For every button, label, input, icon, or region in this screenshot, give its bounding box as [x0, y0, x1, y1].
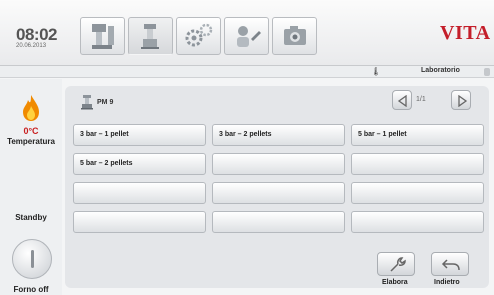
camera-icon [284, 26, 306, 45]
lab-label: Laboratorio [421, 67, 460, 74]
thermometer-icon: 🌡︎ [371, 67, 382, 76]
program-button[interactable] [212, 182, 345, 204]
program-button[interactable]: 5 bar – 1 pellet [351, 124, 484, 146]
tab-settings[interactable] [176, 17, 221, 55]
program-group-label: PM 9 [97, 99, 114, 106]
sidebar: 0°C Temperatura Standby Forno off [0, 79, 62, 295]
page-prev-button[interactable] [392, 90, 412, 110]
program-button[interactable]: 3 bar – 2 pellets [212, 124, 345, 146]
page-indicator: 1/1 [416, 96, 426, 103]
power-icon [31, 250, 34, 268]
program-button[interactable]: 5 bar – 2 pellets [73, 153, 206, 175]
program-button[interactable] [351, 153, 484, 175]
top-bar: 08:02 20.06.2013 VITA [0, 0, 494, 66]
program-button[interactable] [73, 182, 206, 204]
program-button[interactable] [212, 211, 345, 233]
power-label: Forno off [13, 285, 49, 294]
program-button[interactable] [212, 153, 345, 175]
status-bar: 🌡︎ Laboratorio [0, 66, 494, 78]
date: 20.06.2013 [16, 43, 47, 49]
program-button[interactable]: 3 bar – 1 pellet [73, 124, 206, 146]
furnace-icon [92, 24, 114, 49]
edit-label: Elabora [382, 279, 408, 286]
press-icon [141, 24, 159, 49]
temperature-label: Temperatura [7, 137, 55, 146]
program-button[interactable] [73, 211, 206, 233]
scroll-handle[interactable] [484, 68, 490, 76]
temperature-value: 0°C [23, 126, 39, 136]
back-label: Indietro [434, 279, 460, 286]
undo-arrow-icon [441, 259, 460, 271]
program-panel: PM 9 1/1 3 bar – 1 pellet 3 bar – 2 pell… [65, 86, 489, 288]
tab-service[interactable] [224, 17, 269, 55]
tab-press[interactable] [128, 17, 173, 55]
flame-icon [23, 95, 39, 121]
triangle-right-icon [458, 95, 468, 107]
press-small-icon [81, 95, 93, 110]
back-button[interactable] [431, 252, 469, 276]
settings-gears-icon [185, 23, 213, 47]
triangle-left-icon [397, 95, 407, 107]
power-button[interactable] [12, 239, 52, 279]
wrench-icon [390, 257, 406, 272]
standby-label: Standby [15, 213, 47, 222]
tab-camera[interactable] [272, 17, 317, 55]
clock: 08:02 [16, 25, 57, 44]
program-button[interactable] [351, 211, 484, 233]
brand-logo: VITA [440, 22, 491, 44]
tab-furnace[interactable] [80, 17, 125, 55]
program-button[interactable] [351, 182, 484, 204]
edit-button[interactable] [377, 252, 415, 276]
service-icon [237, 26, 261, 47]
page-next-button[interactable] [451, 90, 471, 110]
